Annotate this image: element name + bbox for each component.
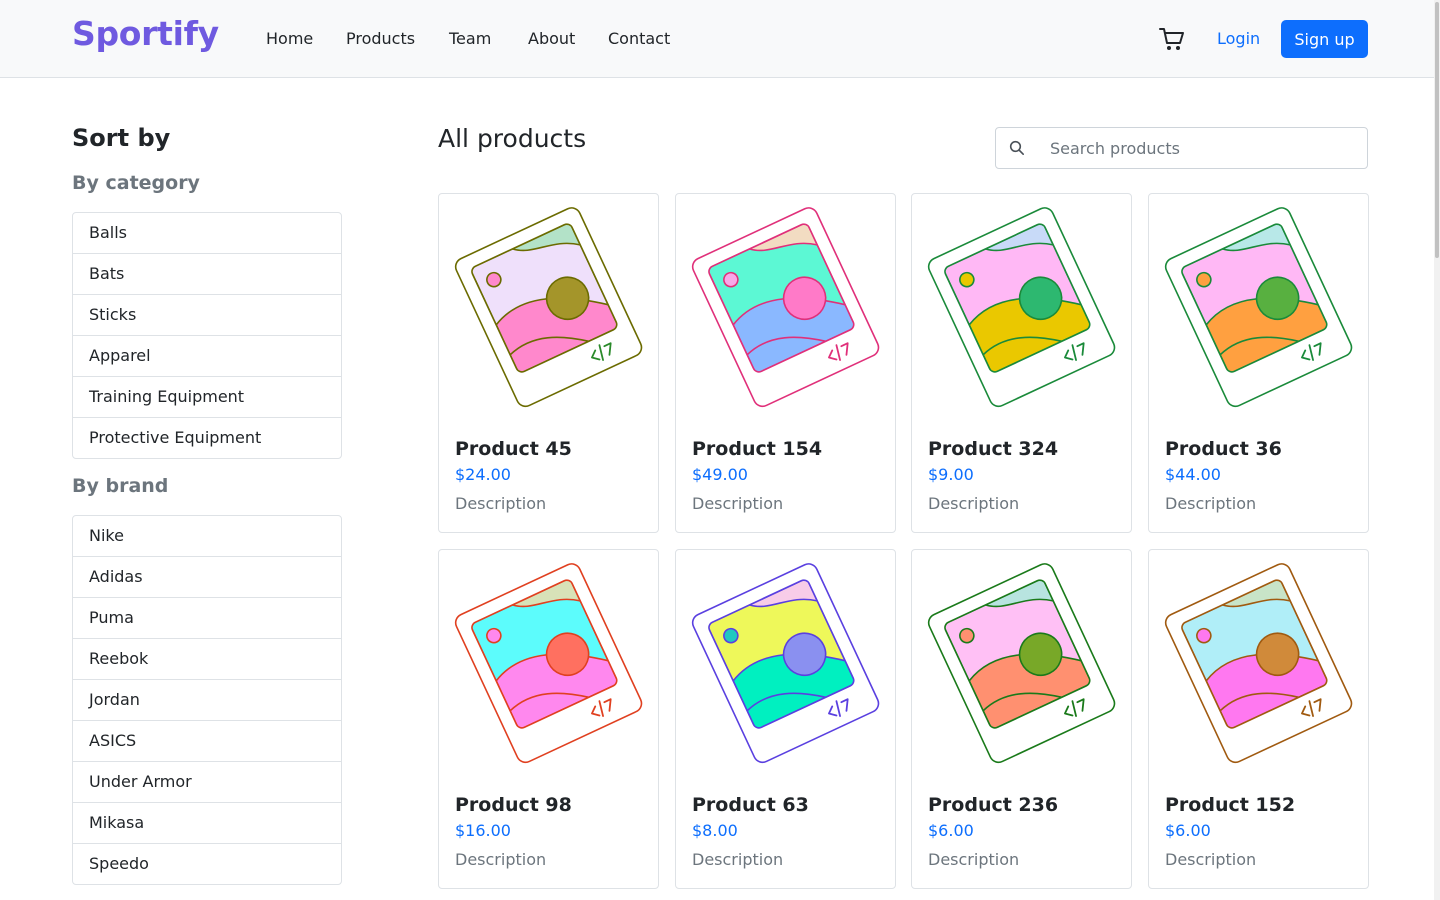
brand-item[interactable]: Mikasa <box>73 803 341 844</box>
product-image <box>927 207 1116 408</box>
product-price: $6.00 <box>928 821 974 840</box>
product-image <box>454 207 643 408</box>
brand-item[interactable]: Adidas <box>73 557 341 598</box>
product-card[interactable]: Product 36 $44.00 Description <box>1148 193 1369 533</box>
product-title[interactable]: Product 324 <box>928 438 1058 460</box>
by-brand-heading: By brand <box>72 475 169 497</box>
brand-item[interactable]: Puma <box>73 598 341 639</box>
product-image <box>1164 563 1353 764</box>
category-item[interactable]: Bats <box>73 254 341 295</box>
product-price: $24.00 <box>455 465 511 484</box>
product-description: Description <box>692 850 784 869</box>
brand-item[interactable]: Jordan <box>73 680 341 721</box>
product-image <box>927 563 1116 764</box>
product-title[interactable]: Product 236 <box>928 794 1058 816</box>
product-title[interactable]: Product 63 <box>692 794 809 816</box>
nav-products-link[interactable]: Products <box>346 29 415 48</box>
product-title[interactable]: Product 45 <box>455 438 572 460</box>
login-button[interactable]: Login <box>1217 29 1260 48</box>
page-title: All products <box>438 124 587 153</box>
search-input[interactable] <box>1038 129 1382 167</box>
product-price: $16.00 <box>455 821 511 840</box>
brand-item[interactable]: Under Armor <box>73 762 341 803</box>
by-category-heading: By category <box>72 172 200 194</box>
product-description: Description <box>1165 850 1257 869</box>
page-scrollbar-thumb[interactable] <box>1435 2 1439 258</box>
product-description: Description <box>928 494 1020 513</box>
product-price: $49.00 <box>692 465 748 484</box>
product-card[interactable]: Product 152 $6.00 Description <box>1148 549 1369 889</box>
nav-contact-link[interactable]: Contact <box>608 29 670 48</box>
category-item[interactable]: Apparel <box>73 336 341 377</box>
category-item[interactable]: Balls <box>73 213 341 254</box>
product-card[interactable]: Product 45 $24.00 Description <box>438 193 659 533</box>
product-price: $9.00 <box>928 465 974 484</box>
brand-item[interactable]: Nike <box>73 516 341 557</box>
product-title[interactable]: Product 36 <box>1165 438 1282 460</box>
product-image <box>691 207 880 408</box>
product-description: Description <box>1165 494 1257 513</box>
brand-list: Nike Adidas Puma Reebok Jordan ASICS Und… <box>72 515 342 885</box>
product-price: $44.00 <box>1165 465 1221 484</box>
cart-icon[interactable] <box>1158 26 1186 52</box>
brand-item[interactable]: Speedo <box>73 844 341 884</box>
product-image <box>1164 207 1353 408</box>
product-title[interactable]: Product 152 <box>1165 794 1295 816</box>
product-title[interactable]: Product 98 <box>455 794 572 816</box>
product-description: Description <box>928 850 1020 869</box>
product-price: $8.00 <box>692 821 738 840</box>
category-item[interactable]: Training Equipment <box>73 377 341 418</box>
top-navbar: Sportify Home Products Team About Contac… <box>0 0 1440 78</box>
category-item[interactable]: Protective Equipment <box>73 418 341 458</box>
category-list: Balls Bats Sticks Apparel Training Equip… <box>72 212 342 459</box>
category-item[interactable]: Sticks <box>73 295 341 336</box>
nav-home-link[interactable]: Home <box>266 29 313 48</box>
brand-item[interactable]: ASICS <box>73 721 341 762</box>
product-description: Description <box>692 494 784 513</box>
sort-by-heading: Sort by <box>72 124 171 152</box>
product-image <box>691 563 880 764</box>
product-description: Description <box>455 850 547 869</box>
nav-about-link[interactable]: About <box>528 29 575 48</box>
product-image <box>454 563 643 764</box>
brand-item[interactable]: Reebok <box>73 639 341 680</box>
signup-button[interactable]: Sign up <box>1281 20 1368 58</box>
product-card[interactable]: Product 154 $49.00 Description <box>675 193 896 533</box>
search-icon <box>1009 140 1024 155</box>
product-card[interactable]: Product 324 $9.00 Description <box>911 193 1132 533</box>
search-box <box>995 127 1382 169</box>
brand-logo[interactable]: Sportify <box>72 14 219 53</box>
nav-team-link[interactable]: Team <box>449 29 491 48</box>
product-card[interactable]: Product 98 $16.00 Description <box>438 549 659 889</box>
product-description: Description <box>455 494 547 513</box>
product-title[interactable]: Product 154 <box>692 438 822 460</box>
product-card[interactable]: Product 236 $6.00 Description <box>911 549 1132 889</box>
product-card[interactable]: Product 63 $8.00 Description <box>675 549 896 889</box>
product-price: $6.00 <box>1165 821 1211 840</box>
